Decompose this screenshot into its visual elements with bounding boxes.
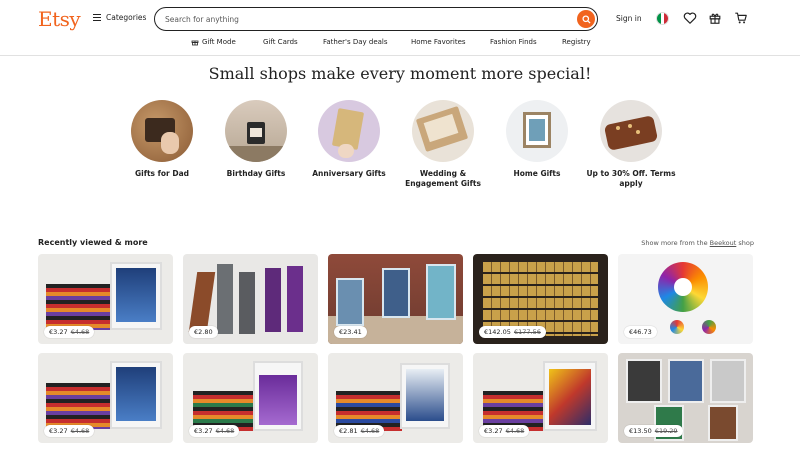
listing-card[interactable]: €23.41 bbox=[328, 254, 463, 344]
search-button[interactable] bbox=[577, 10, 595, 28]
search-input[interactable] bbox=[165, 12, 565, 26]
home-gifts-image bbox=[506, 100, 568, 162]
listing-card[interactable]: €2.80 bbox=[183, 254, 318, 344]
circle-gifts-for-dad[interactable]: Gifts for Dad bbox=[115, 100, 209, 179]
price-badge: €46.73 bbox=[624, 326, 657, 338]
nav-gift-mode[interactable]: Gift Mode bbox=[191, 38, 236, 46]
circle-sale-offer[interactable]: Up to 30% Off. Terms apply bbox=[584, 100, 678, 189]
birthday-gifts-image bbox=[225, 100, 287, 162]
cart-icon[interactable] bbox=[734, 11, 748, 25]
nav-fathers-day[interactable]: Father's Day deals bbox=[323, 38, 388, 46]
price-badge: €3.27 €4.68 bbox=[44, 425, 95, 437]
wedding-gifts-image bbox=[412, 100, 474, 162]
nav-registry[interactable]: Registry bbox=[562, 38, 591, 46]
listing-card[interactable]: €3.27 €4.68 bbox=[473, 353, 608, 443]
shop-name: Beekout bbox=[709, 239, 737, 247]
circle-wedding-gifts[interactable]: Wedding & Engagement Gifts bbox=[396, 100, 490, 189]
listing-card[interactable]: €3.27 €4.68 bbox=[38, 353, 173, 443]
nav-fashion-finds[interactable]: Fashion Finds bbox=[490, 38, 537, 46]
price-badge: €3.27 €4.68 bbox=[44, 326, 95, 338]
listing-card[interactable]: €3.27 €4.68 bbox=[38, 254, 173, 344]
etsy-logo[interactable]: Etsy bbox=[38, 7, 81, 31]
nav-label: Gift Mode bbox=[202, 38, 236, 46]
price-badge: €2.80 bbox=[189, 326, 218, 338]
price-badge: €23.41 bbox=[334, 326, 367, 338]
category-nav: Gift Mode Gift Cards Father's Day deals … bbox=[0, 38, 800, 52]
circle-birthday-gifts[interactable]: Birthday Gifts bbox=[209, 100, 303, 179]
price-badge: €142.05 €177.56 bbox=[479, 326, 546, 338]
hero-title: Small shops make every moment more speci… bbox=[208, 64, 592, 83]
heart-icon[interactable] bbox=[683, 11, 697, 25]
search-bar bbox=[154, 7, 598, 31]
italy-flag-icon[interactable] bbox=[656, 12, 669, 25]
show-more-suffix: shop bbox=[738, 239, 754, 247]
price-badge: €13.50 €19.29 bbox=[624, 425, 683, 437]
show-more-prefix: Show more from the bbox=[641, 239, 708, 247]
menu-icon bbox=[93, 14, 101, 21]
show-more-link[interactable]: Show more from the Beekout shop bbox=[641, 239, 754, 247]
price-badge: €3.27 €4.68 bbox=[189, 425, 240, 437]
categories-button[interactable]: Categories bbox=[93, 13, 146, 22]
sale-offer-image bbox=[600, 100, 662, 162]
circle-label: Gifts for Dad bbox=[134, 169, 190, 178]
circle-label: Birthday Gifts bbox=[226, 169, 286, 178]
circle-label: Wedding & Engagement Gifts bbox=[405, 169, 481, 188]
gifts-for-dad-image bbox=[131, 100, 193, 162]
signin-link[interactable]: Sign in bbox=[616, 14, 642, 23]
listing-card[interactable]: €142.05 €177.56 bbox=[473, 254, 608, 344]
categories-label: Categories bbox=[106, 13, 147, 22]
site-header: Etsy Categories Sign in bbox=[0, 0, 800, 56]
circle-anniversary-gifts[interactable]: Anniversary Gifts bbox=[302, 100, 396, 179]
circle-label: Home Gifts bbox=[513, 169, 561, 178]
gift-icon[interactable] bbox=[708, 11, 722, 25]
listing-card[interactable]: €3.27 €4.68 bbox=[183, 353, 318, 443]
price-badge: €3.27 €4.68 bbox=[479, 425, 530, 437]
price-badge: €2.81 €4.68 bbox=[334, 425, 385, 437]
circle-label: Anniversary Gifts bbox=[312, 169, 386, 178]
recently-viewed-title: Recently viewed & more bbox=[38, 238, 148, 247]
gift-icon bbox=[191, 40, 199, 46]
nav-gift-cards[interactable]: Gift Cards bbox=[263, 38, 298, 46]
circle-home-gifts[interactable]: Home Gifts bbox=[490, 100, 584, 179]
listing-card[interactable]: €46.73 bbox=[618, 254, 753, 344]
anniversary-gifts-image bbox=[318, 100, 380, 162]
listing-card[interactable]: €2.81 €4.68 bbox=[328, 353, 463, 443]
search-icon bbox=[581, 14, 591, 24]
circle-label: Up to 30% Off. Terms apply bbox=[586, 169, 676, 188]
listing-card[interactable]: €13.50 €19.29 bbox=[618, 353, 753, 443]
nav-home-favorites[interactable]: Home Favorites bbox=[411, 38, 466, 46]
